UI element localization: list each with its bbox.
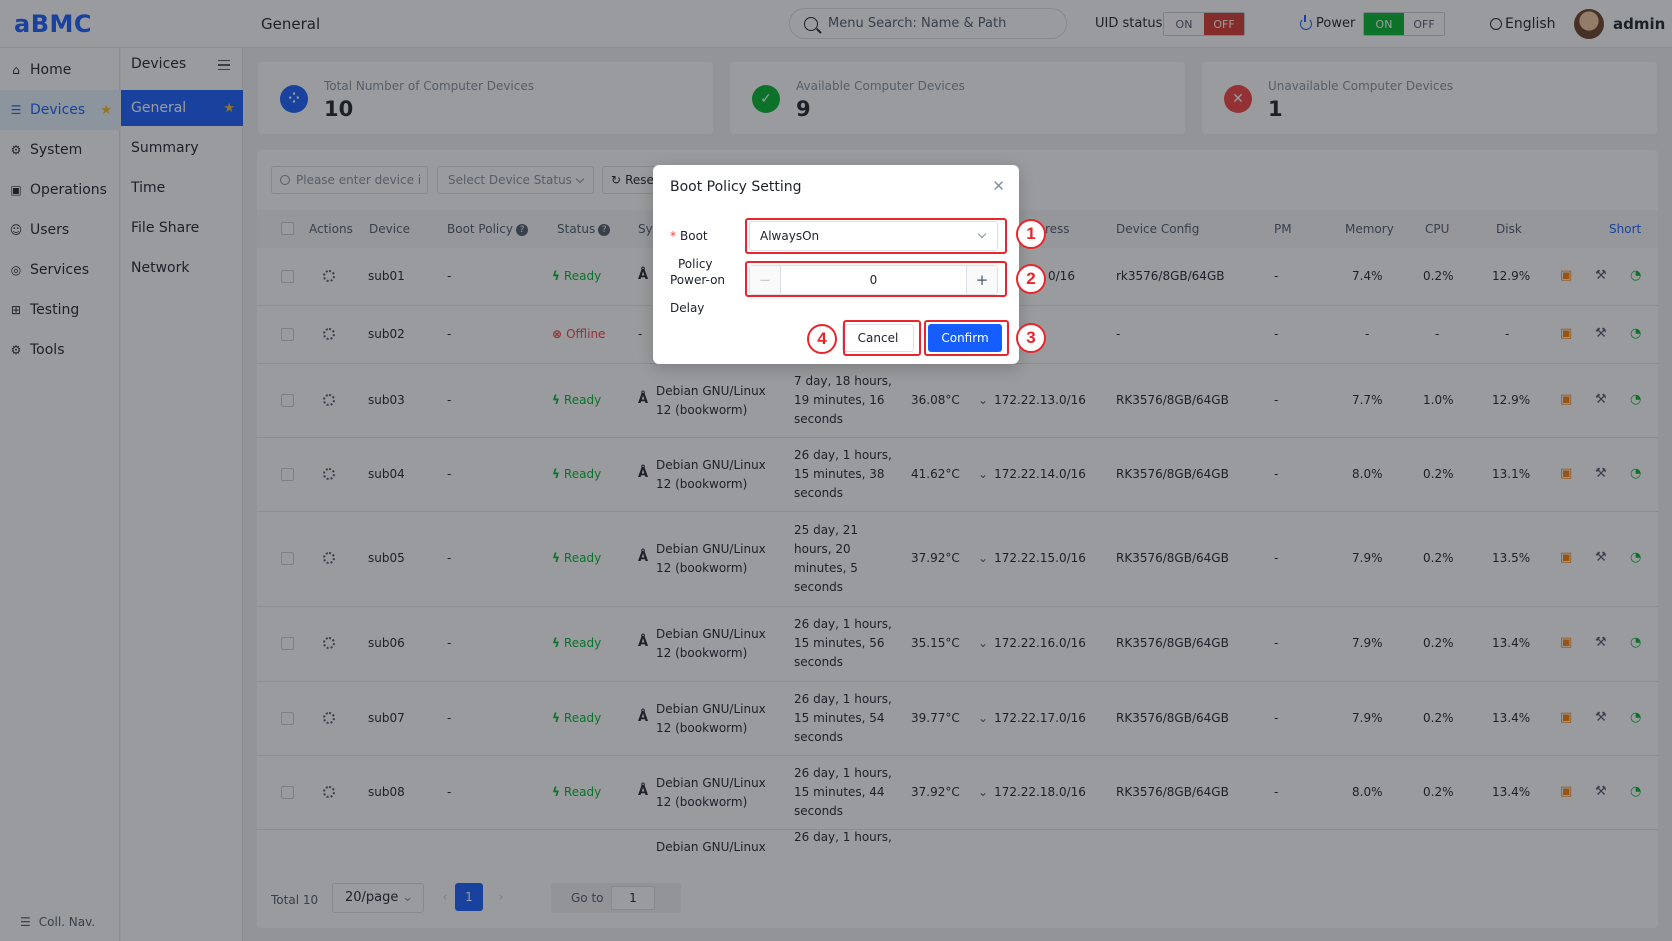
close-icon[interactable]: ✕ [992,177,1005,195]
boot-policy-label-2: Policy [678,257,713,271]
annotation-marker-4: 4 [807,324,837,354]
modal-overlay[interactable] [0,0,1672,941]
annotation-box-boot-policy [745,218,1007,254]
boot-policy-label: * Boot [670,229,708,243]
power-on-delay-label: Power-on [670,273,726,287]
modal-title: Boot Policy Setting [670,179,802,195]
annotation-marker-2: 2 [1016,264,1046,294]
annotation-marker-3: 3 [1016,323,1046,353]
required-mark: * [670,229,676,243]
power-on-delay-label-2: Delay [670,301,705,315]
boot-label-text: Boot [680,229,708,243]
annotation-box-cancel [843,320,921,356]
annotation-box-power-on-delay [745,261,1007,297]
annotation-marker-1: 1 [1016,219,1046,249]
annotation-box-confirm [924,320,1009,356]
